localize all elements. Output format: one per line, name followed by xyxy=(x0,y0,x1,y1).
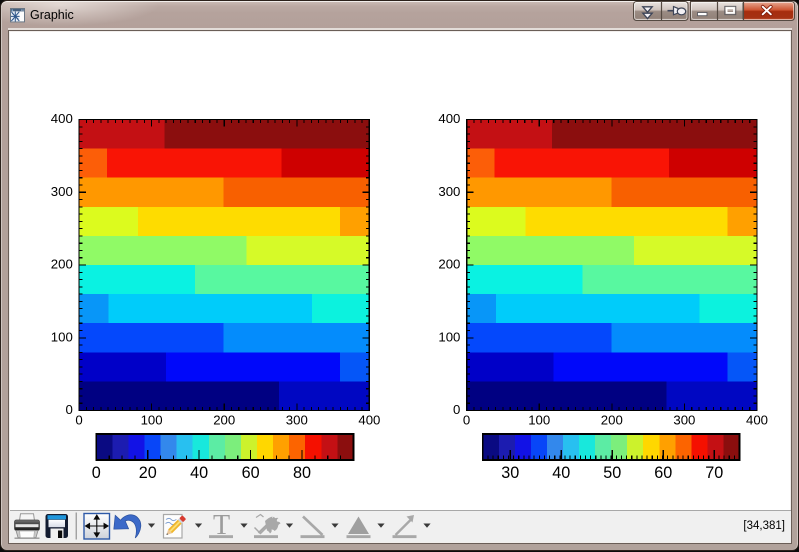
svg-text:60: 60 xyxy=(242,464,260,482)
svg-text:40: 40 xyxy=(552,464,570,482)
svg-text:80: 80 xyxy=(293,464,311,482)
svg-text:400: 400 xyxy=(51,111,73,126)
svg-text:0: 0 xyxy=(65,402,72,417)
svg-text:200: 200 xyxy=(438,257,460,272)
svg-text:20: 20 xyxy=(139,464,157,482)
svg-text:50: 50 xyxy=(603,464,621,482)
svg-text:200: 200 xyxy=(51,257,73,272)
svg-text:30: 30 xyxy=(501,464,519,482)
svg-text:40: 40 xyxy=(190,464,208,482)
svg-text:100: 100 xyxy=(528,412,550,427)
svg-text:0: 0 xyxy=(92,464,101,482)
svg-text:400: 400 xyxy=(438,111,460,126)
svg-text:100: 100 xyxy=(51,329,73,344)
svg-text:300: 300 xyxy=(438,184,460,199)
svg-text:300: 300 xyxy=(673,412,695,427)
svg-text:400: 400 xyxy=(746,412,768,427)
svg-text:200: 200 xyxy=(601,412,623,427)
svg-text:70: 70 xyxy=(705,464,723,482)
svg-text:300: 300 xyxy=(51,184,73,199)
svg-text:60: 60 xyxy=(654,464,672,482)
svg-text:100: 100 xyxy=(141,412,163,427)
svg-text:0: 0 xyxy=(463,412,470,427)
svg-text:0: 0 xyxy=(75,412,82,427)
svg-text:300: 300 xyxy=(286,412,308,427)
svg-text:400: 400 xyxy=(358,412,380,427)
svg-text:100: 100 xyxy=(438,329,460,344)
svg-text:0: 0 xyxy=(453,402,460,417)
svg-text:200: 200 xyxy=(213,412,235,427)
